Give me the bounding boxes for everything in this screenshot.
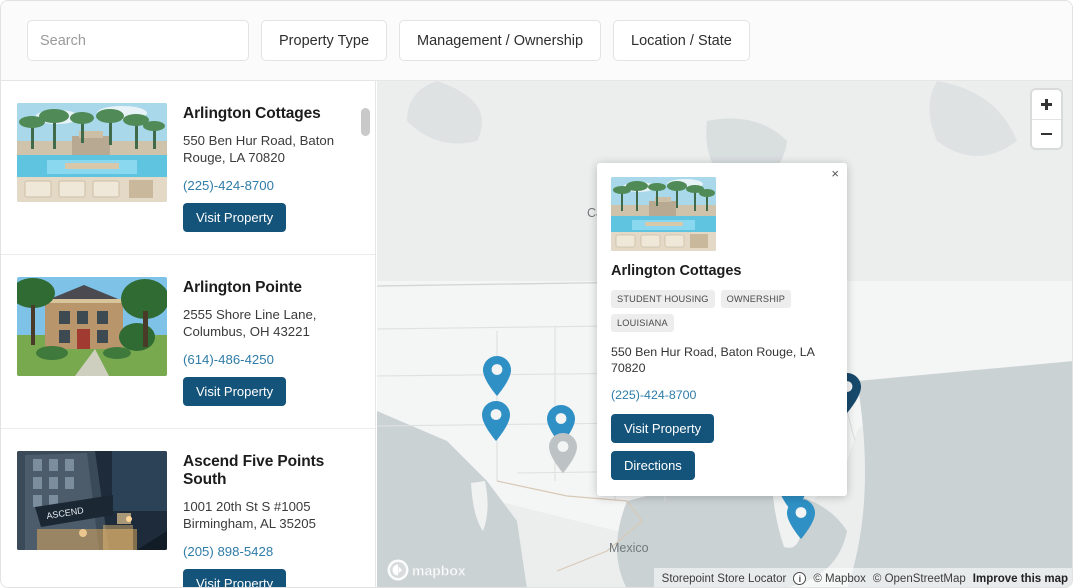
- filter-management-ownership-button[interactable]: Management / Ownership: [399, 20, 602, 61]
- map-popup: × Arlington Cottages STUDENT HOUSING OWN…: [597, 163, 847, 496]
- map-label-mexico: Mexico: [609, 541, 649, 555]
- property-phone-link[interactable]: (225)-424-8700: [183, 178, 274, 193]
- mapbox-logo[interactable]: mapbox: [387, 559, 475, 581]
- list-item[interactable]: ASCEND Ascend Five Points South 1001 20t…: [1, 429, 375, 587]
- property-thumbnail: ASCEND: [17, 451, 167, 550]
- popup-property-name: Arlington Cottages: [611, 263, 742, 279]
- popup-property-address: 550 Ben Hur Road, Baton Rouge, LA 70820: [611, 345, 815, 375]
- status-badge: LOUISIANA: [611, 314, 674, 332]
- popup-property-image: [611, 177, 716, 251]
- property-address: 2555 Shore Line Lane, Columbus, OH 43221: [183, 307, 317, 339]
- property-info: Ascend Five Points South 1001 20th St S …: [183, 451, 362, 587]
- search-input[interactable]: [27, 20, 249, 61]
- status-badge: OWNERSHIP: [720, 290, 792, 308]
- popup-directions-button[interactable]: Directions: [611, 451, 695, 480]
- attribution-storepoint-link[interactable]: Storepoint Store Locator: [662, 573, 787, 585]
- svg-text:mapbox: mapbox: [412, 563, 466, 579]
- info-icon[interactable]: i: [793, 572, 807, 585]
- property-name: Arlington Pointe: [183, 279, 302, 296]
- sidebar-scrollbar-track[interactable]: [361, 81, 370, 587]
- filter-location-state-button[interactable]: Location / State: [613, 20, 750, 61]
- filter-property-type-button[interactable]: Property Type: [261, 20, 388, 61]
- attribution-improve-map-link[interactable]: Improve this map: [973, 573, 1068, 585]
- attribution-mapbox-link[interactable]: © Mapbox: [813, 573, 866, 585]
- sidebar-scrollbar-thumb[interactable]: [361, 108, 370, 136]
- close-icon[interactable]: ×: [831, 167, 839, 180]
- popup-tag-list: STUDENT HOUSING OWNERSHIP LOUISIANA: [611, 290, 833, 332]
- zoom-in-button[interactable]: [1032, 90, 1061, 119]
- map-marker-pin[interactable]: [482, 356, 512, 396]
- zoom-out-button[interactable]: [1032, 119, 1061, 148]
- popup-actions: Visit Property Directions: [611, 414, 833, 480]
- property-name: Arlington Cottages: [183, 105, 321, 122]
- status-badge: STUDENT HOUSING: [611, 290, 715, 308]
- map-canvas[interactable]: Ca Mexico × Arlington Cottages STUDENT H…: [377, 81, 1072, 587]
- popup-visit-property-button[interactable]: Visit Property: [611, 414, 715, 443]
- attribution-openstreetmap-link[interactable]: © OpenStreetMap: [873, 573, 966, 585]
- map-marker-pin[interactable]: [548, 433, 578, 473]
- plus-icon: [1045, 99, 1048, 110]
- map-marker-pin[interactable]: [481, 401, 511, 441]
- map-attribution-bar: Storepoint Store Locator i © Mapbox © Op…: [653, 568, 1072, 587]
- store-locator-app: Property Type Management / Ownership Loc…: [0, 0, 1073, 588]
- map-marker-pin[interactable]: [786, 499, 816, 539]
- visit-property-button[interactable]: Visit Property: [183, 203, 287, 232]
- property-address: 1001 20th St S #1005 Birmingham, AL 3520…: [183, 499, 316, 531]
- minus-icon: [1041, 132, 1052, 136]
- property-list-sidebar[interactable]: Arlington Cottages 550 Ben Hur Road, Bat…: [1, 81, 376, 587]
- property-thumbnail: [17, 277, 167, 376]
- visit-property-button[interactable]: Visit Property: [183, 569, 287, 587]
- property-list: Arlington Cottages 550 Ben Hur Road, Bat…: [1, 81, 375, 587]
- visit-property-button[interactable]: Visit Property: [183, 377, 287, 406]
- property-phone-link[interactable]: (614)-486-4250: [183, 352, 274, 367]
- property-address: 550 Ben Hur Road, Baton Rouge, LA 70820: [183, 133, 335, 165]
- map-zoom-controls: [1032, 90, 1061, 148]
- property-info: Arlington Pointe 2555 Shore Line Lane, C…: [183, 277, 362, 406]
- property-info: Arlington Cottages 550 Ben Hur Road, Bat…: [183, 103, 362, 232]
- popup-phone-link[interactable]: (225)-424-8700: [611, 388, 696, 402]
- filter-bar: Property Type Management / Ownership Loc…: [1, 1, 1072, 81]
- list-item[interactable]: Arlington Cottages 550 Ben Hur Road, Bat…: [1, 81, 375, 255]
- property-phone-link[interactable]: (205) 898-5428: [183, 544, 273, 559]
- list-item[interactable]: Arlington Pointe 2555 Shore Line Lane, C…: [1, 255, 375, 429]
- property-name: Ascend Five Points South: [183, 453, 325, 488]
- property-thumbnail: [17, 103, 167, 202]
